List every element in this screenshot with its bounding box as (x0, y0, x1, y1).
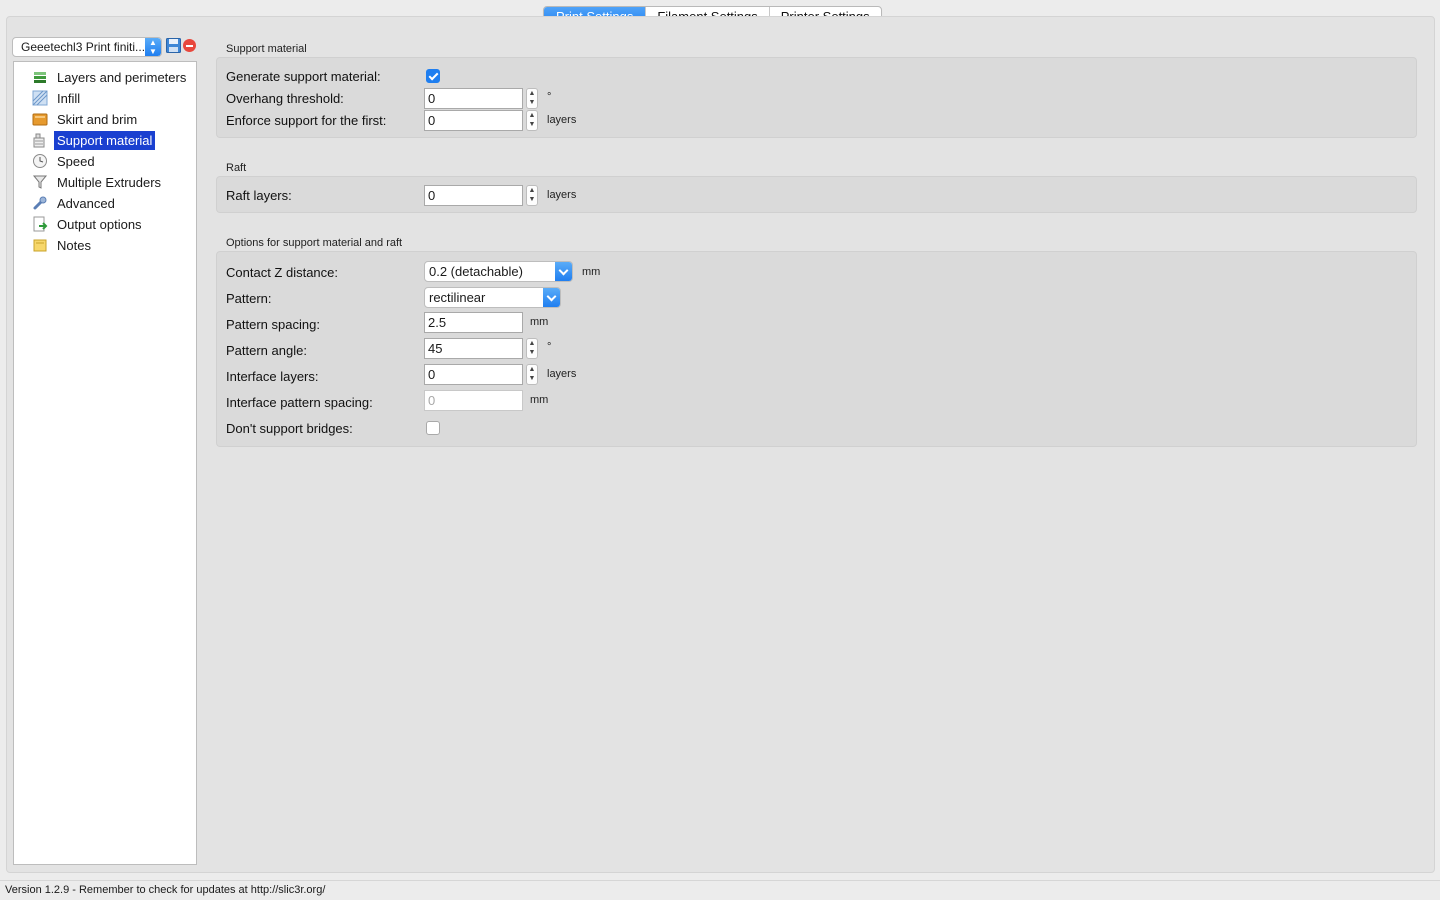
delete-preset-icon[interactable] (183, 39, 196, 52)
interface-layers-stepper[interactable]: ▲ ▼ (526, 364, 538, 385)
enforce-support-label: Enforce support for the first: (226, 113, 387, 128)
tree-item-output-options[interactable]: Output options (32, 214, 145, 234)
interface-spacing-input[interactable]: 0 (424, 390, 523, 411)
preset-select-value: Geeetechl3 Print finiti... (21, 40, 146, 54)
overhang-threshold-unit: ° (547, 91, 552, 103)
raft-layers-input[interactable]: 0 (424, 185, 523, 206)
box-icon (32, 113, 48, 126)
chevron-down-icon (543, 288, 560, 307)
page-tree: Layers and perimeters Infill Skirt and b… (13, 61, 197, 865)
building-icon (33, 133, 45, 148)
contact-z-dropdown[interactable]: 0.2 (detachable) (424, 261, 573, 282)
interface-layers-unit: layers (547, 368, 577, 380)
layers-icon (34, 72, 46, 83)
updown-arrows-icon: ▲ ▼ (145, 38, 161, 56)
tree-item-label: Notes (57, 237, 91, 253)
interface-spacing-label: Interface pattern spacing: (226, 395, 373, 410)
generate-support-checkbox[interactable] (426, 69, 440, 83)
tree-item-infill[interactable]: Infill (32, 88, 83, 108)
pattern-spacing-unit: mm (530, 316, 549, 328)
tree-item-label: Multiple Extruders (57, 174, 162, 190)
enforce-support-input[interactable]: 0 (424, 110, 523, 131)
tree-item-label: Speed (57, 153, 95, 169)
raft-layers-unit: layers (547, 189, 577, 201)
raft-group (216, 176, 1417, 213)
tree-item-multiple-extruders[interactable]: Multiple Extruders (32, 172, 164, 192)
interface-spacing-unit: mm (530, 394, 549, 406)
pattern-dropdown[interactable]: rectilinear (424, 287, 561, 308)
pattern-spacing-input[interactable]: 2.5 (424, 312, 523, 333)
tree-item-support-material[interactable]: Support material (32, 130, 156, 150)
raft-layers-stepper[interactable]: ▲ ▼ (526, 185, 538, 206)
funnel-icon (32, 175, 48, 189)
note-icon (33, 239, 47, 252)
tree-item-skirt-and-brim[interactable]: Skirt and brim (32, 109, 140, 129)
pattern-value: rectilinear (429, 290, 486, 305)
tree-item-label: Support material (54, 130, 156, 150)
overhang-threshold-label: Overhang threshold: (226, 91, 344, 106)
overhang-threshold-stepper[interactable]: ▲ ▼ (526, 88, 538, 109)
pattern-angle-input[interactable]: 45 (424, 338, 523, 359)
enforce-support-stepper[interactable]: ▲ ▼ (526, 110, 538, 131)
preset-select[interactable]: Geeetechl3 Print finiti... ▲ ▼ (12, 37, 162, 57)
raft-group-title: Raft (226, 162, 247, 174)
chevron-down-icon (555, 262, 572, 281)
overhang-threshold-input[interactable]: 0 (424, 88, 523, 109)
pattern-angle-stepper[interactable]: ▲ ▼ (526, 338, 538, 359)
pattern-angle-unit: ° (547, 341, 552, 353)
tree-item-advanced[interactable]: Advanced (32, 193, 118, 213)
tree-item-label: Infill (57, 90, 81, 106)
raft-layers-label: Raft layers: (226, 188, 292, 203)
dont-support-bridges-label: Don't support bridges: (226, 421, 353, 436)
save-preset-icon[interactable] (166, 38, 181, 53)
dont-support-bridges-checkbox[interactable] (426, 421, 440, 435)
tree-item-label: Skirt and brim (57, 111, 138, 127)
pattern-angle-label: Pattern angle: (226, 343, 307, 358)
support-material-group-title: Support material (226, 43, 307, 55)
enforce-support-unit: layers (547, 114, 577, 126)
interface-layers-label: Interface layers: (226, 369, 319, 384)
status-bar: Version 1.2.9 - Remember to check for up… (0, 880, 1440, 900)
pattern-label: Pattern: (226, 291, 272, 306)
generate-support-label: Generate support material: (226, 69, 381, 84)
clock-icon (33, 154, 47, 168)
support-material-group (216, 57, 1417, 138)
contact-z-unit: mm (582, 266, 601, 278)
contact-z-label: Contact Z distance: (226, 265, 338, 280)
interface-layers-input[interactable]: 0 (424, 364, 523, 385)
wrench-icon (33, 196, 47, 210)
tree-item-notes[interactable]: Notes (32, 235, 94, 255)
contact-z-value: 0.2 (detachable) (429, 264, 523, 279)
output-icon (33, 216, 48, 232)
pattern-spacing-label: Pattern spacing: (226, 317, 320, 332)
tree-item-label: Output options (57, 216, 142, 232)
options-group-title: Options for support material and raft (226, 237, 403, 249)
tree-item-label: Advanced (57, 195, 115, 211)
status-text: Version 1.2.9 - Remember to check for up… (5, 884, 326, 896)
infill-icon (32, 90, 48, 106)
tree-item-label: Layers and perimeters (57, 69, 187, 85)
options-group (216, 251, 1417, 447)
tree-item-layers-and-perimeters[interactable]: Layers and perimeters (32, 67, 189, 87)
tree-item-speed[interactable]: Speed (32, 151, 98, 171)
